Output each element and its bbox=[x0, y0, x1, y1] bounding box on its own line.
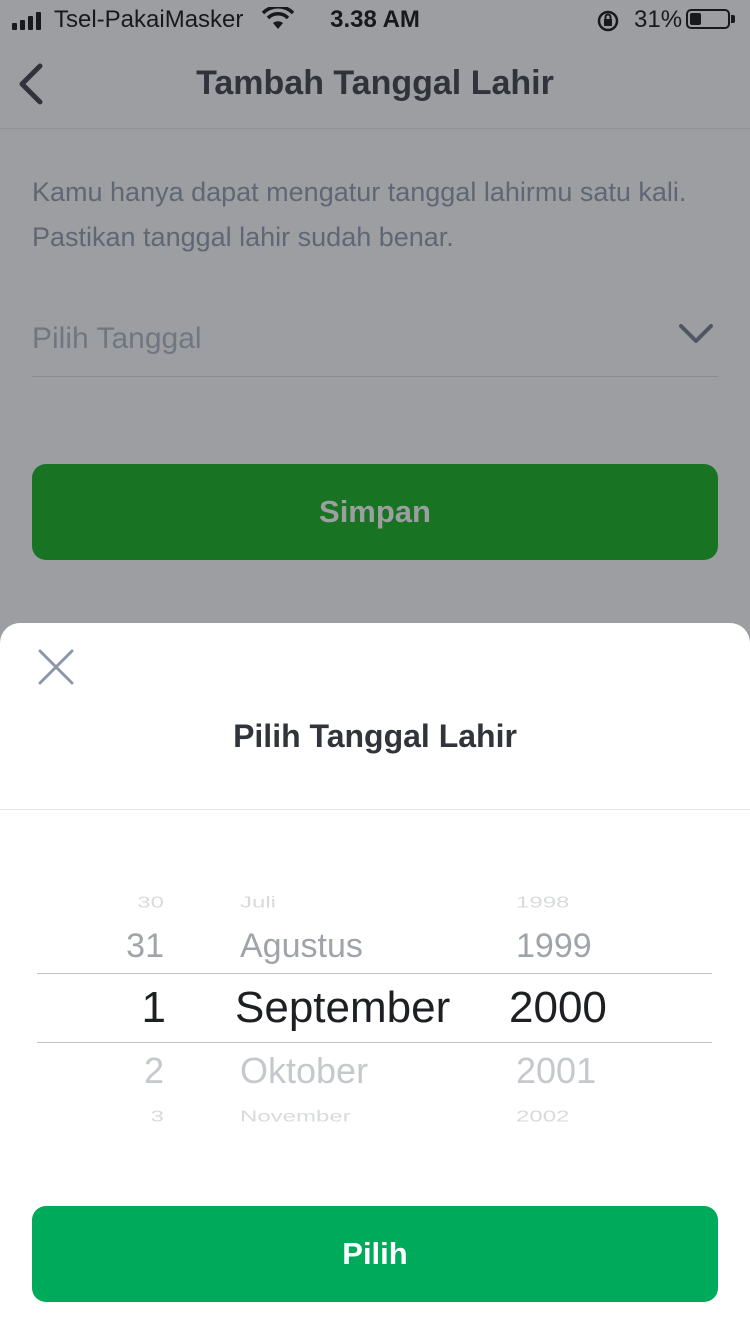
day-option[interactable]: 2 bbox=[144, 1050, 164, 1092]
month-option[interactable]: Agustus bbox=[240, 927, 363, 966]
divider bbox=[0, 809, 750, 810]
day-option[interactable]: 3 bbox=[151, 1108, 164, 1126]
confirm-button[interactable]: Pilih bbox=[32, 1206, 718, 1302]
day-option[interactable]: 30 bbox=[137, 894, 164, 912]
month-option-selected[interactable]: September bbox=[235, 983, 450, 1033]
picker-selection-line-top bbox=[37, 973, 712, 974]
year-option[interactable]: 1999 bbox=[516, 927, 592, 966]
year-option[interactable]: 2001 bbox=[516, 1050, 596, 1092]
date-picker-sheet: Pilih Tanggal Lahir 30 31 1 2 3 Juli Agu… bbox=[0, 623, 750, 1334]
year-option[interactable]: 1998 bbox=[516, 894, 569, 912]
month-option[interactable]: Juli bbox=[240, 894, 276, 912]
sheet-title: Pilih Tanggal Lahir bbox=[233, 718, 517, 754]
year-option[interactable]: 2002 bbox=[516, 1108, 569, 1126]
day-option-selected[interactable]: 1 bbox=[142, 983, 166, 1033]
day-option[interactable]: 31 bbox=[126, 927, 164, 966]
picker-selection-line-bottom bbox=[37, 1042, 712, 1043]
year-option-selected[interactable]: 2000 bbox=[509, 983, 607, 1033]
month-option[interactable]: Oktober bbox=[240, 1050, 368, 1092]
close-icon[interactable] bbox=[36, 647, 76, 687]
month-option[interactable]: November bbox=[240, 1108, 351, 1126]
